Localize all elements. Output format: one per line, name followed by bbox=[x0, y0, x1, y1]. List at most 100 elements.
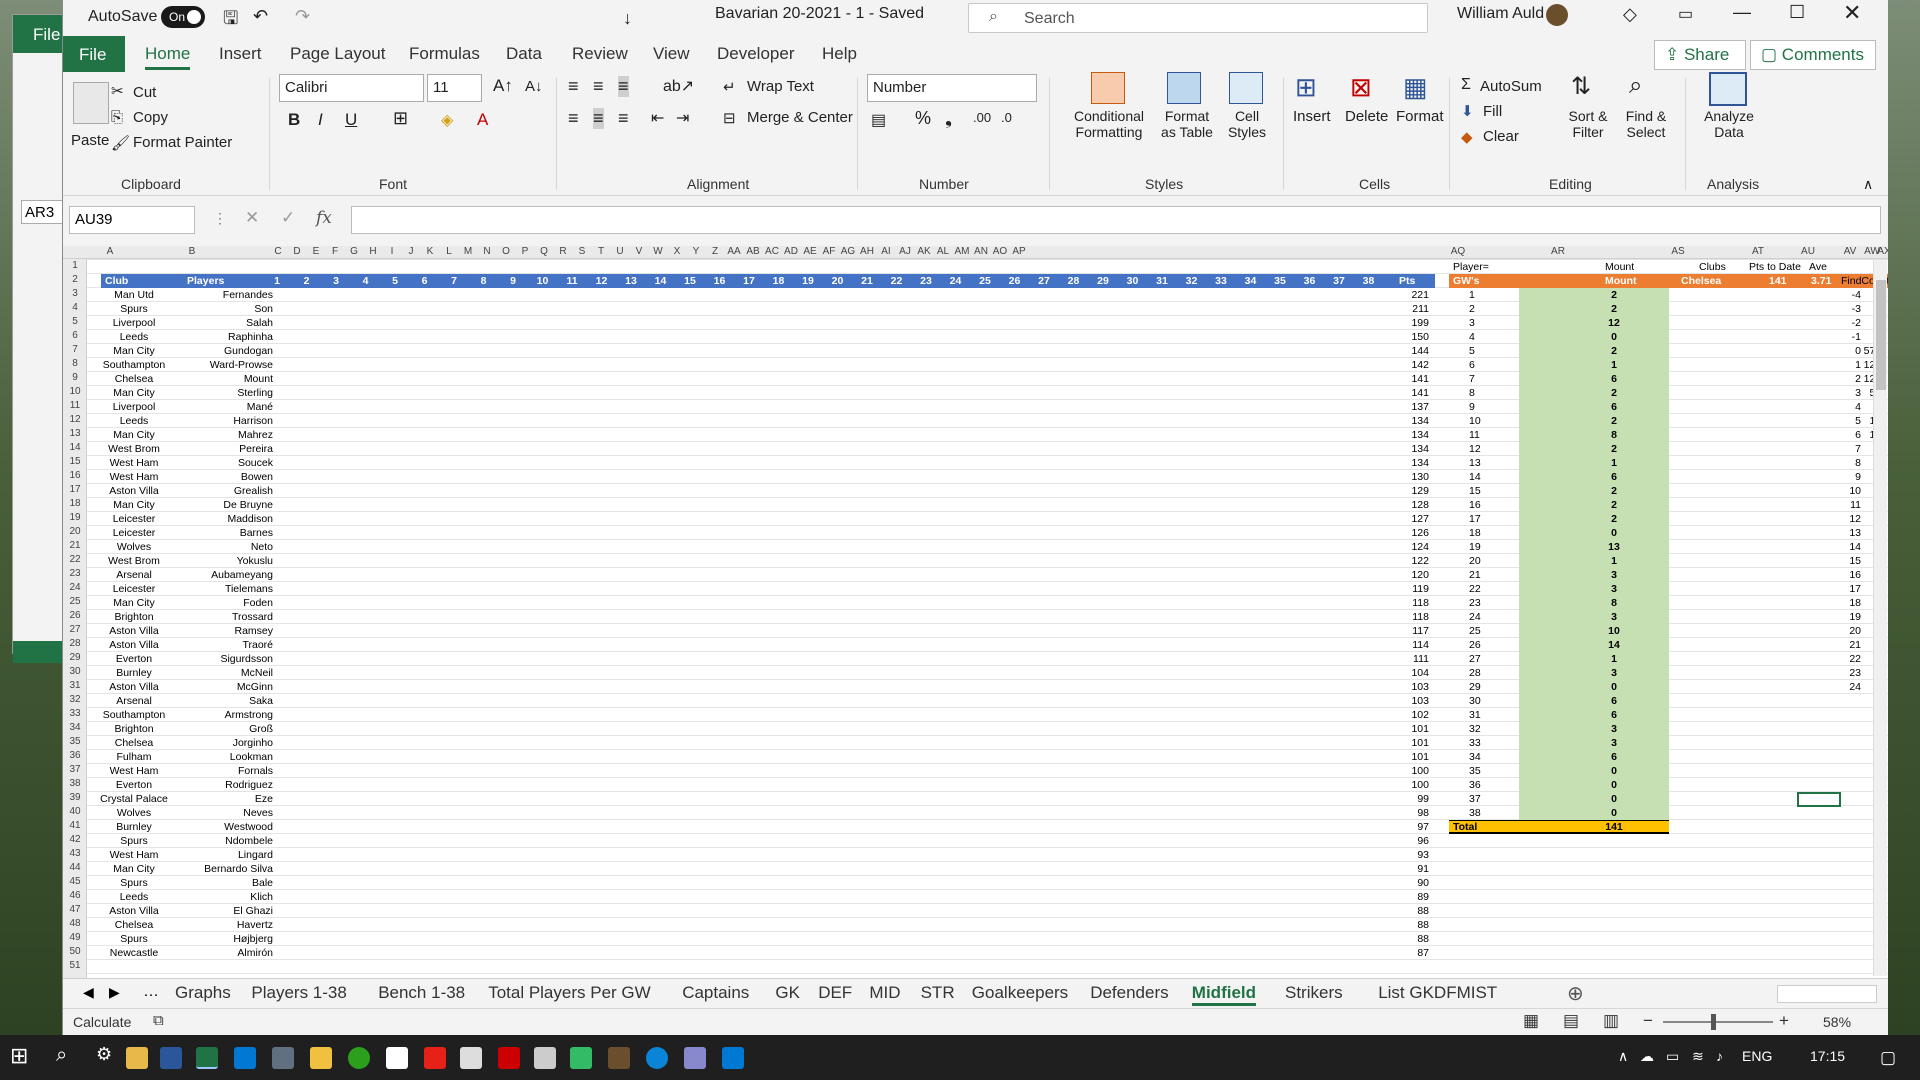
avatar[interactable] bbox=[1546, 4, 1568, 26]
sheet-tab[interactable]: Bench 1-38 bbox=[378, 983, 465, 1003]
row-number[interactable]: 6 bbox=[63, 330, 87, 341]
row-number[interactable]: 47 bbox=[63, 904, 87, 915]
maximize-icon[interactable]: ☐ bbox=[1789, 2, 1805, 23]
document-title[interactable]: Bavarian 20-2021 - 1 - Saved bbox=[715, 5, 924, 23]
close-icon[interactable]: ✕ bbox=[1843, 0, 1861, 26]
app-icon[interactable] bbox=[272, 1047, 294, 1069]
more-icon[interactable]: ⋮ bbox=[213, 210, 227, 227]
increase-decimal-icon[interactable]: .00 bbox=[973, 110, 991, 125]
vertical-scrollbar[interactable] bbox=[1873, 260, 1887, 976]
fill-color-icon[interactable]: ◈ bbox=[441, 110, 453, 130]
minimize-icon[interactable]: — bbox=[1733, 2, 1751, 23]
tab-data[interactable]: Data bbox=[506, 44, 542, 64]
format-painter-icon[interactable]: 🖌 bbox=[111, 134, 130, 152]
number-format-select[interactable]: Number bbox=[867, 74, 1037, 102]
sort-az-icon[interactable]: ↓ bbox=[623, 8, 632, 29]
clear-icon[interactable]: ◆ bbox=[1461, 128, 1473, 146]
align-center-icon[interactable]: ≡ bbox=[593, 108, 604, 129]
analyze-data-button[interactable]: Analyze Data bbox=[1699, 108, 1759, 140]
horizontal-scrollbar[interactable] bbox=[1777, 985, 1877, 1003]
zoom-level[interactable]: 58% bbox=[1823, 1014, 1851, 1030]
row-number[interactable]: 19 bbox=[63, 512, 87, 523]
wifi-icon[interactable]: ≋ bbox=[1692, 1048, 1704, 1065]
file-explorer-icon[interactable] bbox=[126, 1047, 148, 1069]
row-number[interactable]: 4 bbox=[63, 302, 87, 313]
autosum-icon[interactable]: Σ bbox=[1461, 76, 1471, 94]
tab-review[interactable]: Review bbox=[572, 44, 628, 64]
row-number[interactable]: 21 bbox=[63, 540, 87, 551]
autosum-button[interactable]: AutoSum bbox=[1480, 78, 1542, 95]
column-letter[interactable]: G bbox=[345, 246, 363, 257]
row-number[interactable]: 40 bbox=[63, 806, 87, 817]
column-letter[interactable]: V bbox=[630, 246, 648, 257]
sheet-tab[interactable]: STR bbox=[921, 983, 955, 1003]
row-number[interactable]: 12 bbox=[63, 414, 87, 425]
column-letter[interactable]: L bbox=[440, 246, 458, 257]
search-box[interactable]: ⌕ Search bbox=[968, 3, 1428, 33]
column-letter[interactable]: AF bbox=[820, 246, 838, 257]
font-size-select[interactable]: 11 bbox=[427, 74, 482, 102]
column-letter[interactable]: AQ bbox=[1449, 246, 1467, 257]
column-letter[interactable]: T bbox=[592, 246, 610, 257]
merge-center-button[interactable]: Merge & Center bbox=[747, 109, 853, 126]
sheet-tab[interactable]: List GKDFMIST bbox=[1378, 983, 1497, 1003]
column-letter[interactable]: AE bbox=[801, 246, 819, 257]
tab-page-layout[interactable]: Page Layout bbox=[290, 44, 385, 64]
row-number[interactable]: 10 bbox=[63, 386, 87, 397]
bg-file-tab[interactable]: File bbox=[13, 15, 67, 53]
sheet-tab[interactable]: Midfield bbox=[1191, 983, 1257, 1006]
format-button[interactable]: Format bbox=[1396, 108, 1444, 125]
row-number[interactable]: 11 bbox=[63, 400, 87, 411]
battery-icon[interactable]: ▭ bbox=[1666, 1048, 1679, 1065]
autosave-toggle[interactable]: On bbox=[161, 6, 205, 28]
worksheet[interactable]: A B C D E F G H I J K L M N O P Q R S T U V W X Y Z AA AB AC AD AE AF AG… bbox=[63, 246, 1888, 978]
accessibility-icon[interactable]: ⧉ bbox=[153, 1012, 164, 1029]
paste-icon[interactable] bbox=[73, 82, 109, 124]
row-number[interactable]: 16 bbox=[63, 470, 87, 481]
row-number[interactable]: 7 bbox=[63, 344, 87, 355]
zoom-out-icon[interactable]: − bbox=[1643, 1011, 1653, 1031]
page-layout-icon[interactable]: ▤ bbox=[1563, 1011, 1579, 1031]
column-letter[interactable]: AR bbox=[1549, 246, 1567, 257]
row-number[interactable]: 24 bbox=[63, 582, 87, 593]
start-icon[interactable]: ⊞ bbox=[10, 1043, 28, 1069]
underline-icon[interactable]: U bbox=[345, 110, 357, 130]
column-letter[interactable]: AK bbox=[915, 246, 933, 257]
column-letter[interactable]: M bbox=[459, 246, 477, 257]
sort-filter-button[interactable]: Sort & Filter bbox=[1563, 108, 1613, 140]
column-letter[interactable]: AG bbox=[839, 246, 857, 257]
format-as-table-icon[interactable] bbox=[1167, 72, 1201, 104]
row-number[interactable]: 33 bbox=[63, 708, 87, 719]
volume-icon[interactable]: ♪ bbox=[1716, 1048, 1723, 1064]
row-number[interactable]: 39 bbox=[63, 792, 87, 803]
column-letter[interactable]: A bbox=[101, 246, 119, 257]
row-number[interactable]: 32 bbox=[63, 694, 87, 705]
row-number[interactable]: 51 bbox=[63, 960, 87, 971]
column-letter[interactable]: AC bbox=[763, 246, 781, 257]
column-letter[interactable]: Z bbox=[706, 246, 724, 257]
excel-icon[interactable] bbox=[196, 1047, 218, 1069]
row-number[interactable]: 37 bbox=[63, 764, 87, 775]
column-letter[interactable]: AV bbox=[1841, 246, 1859, 257]
row-number[interactable]: 34 bbox=[63, 722, 87, 733]
column-letter[interactable]: AL bbox=[934, 246, 952, 257]
merge-icon[interactable]: ⊟ bbox=[723, 109, 736, 127]
column-letter[interactable]: AD bbox=[782, 246, 800, 257]
row-number[interactable]: 48 bbox=[63, 918, 87, 929]
row-number[interactable]: 49 bbox=[63, 932, 87, 943]
delete-cells-icon[interactable]: ⊠ bbox=[1350, 72, 1372, 103]
copy-button[interactable]: Copy bbox=[133, 109, 168, 126]
column-letter[interactable]: U bbox=[611, 246, 629, 257]
row-number[interactable]: 13 bbox=[63, 428, 87, 439]
clock-time[interactable]: 17:15 bbox=[1810, 1048, 1845, 1064]
font-color-icon[interactable]: A bbox=[477, 110, 488, 130]
sheet-tab[interactable]: Graphs bbox=[175, 983, 231, 1003]
row-number[interactable]: 20 bbox=[63, 526, 87, 537]
decrease-decimal-icon[interactable]: .0 bbox=[1001, 110, 1012, 125]
notes-icon[interactable] bbox=[534, 1047, 556, 1069]
diamond-icon[interactable]: ◇ bbox=[1623, 4, 1637, 25]
row-number[interactable]: 43 bbox=[63, 848, 87, 859]
row-number[interactable]: 36 bbox=[63, 750, 87, 761]
cut-icon[interactable]: ✂ bbox=[111, 82, 124, 100]
column-letter[interactable]: J bbox=[402, 246, 420, 257]
